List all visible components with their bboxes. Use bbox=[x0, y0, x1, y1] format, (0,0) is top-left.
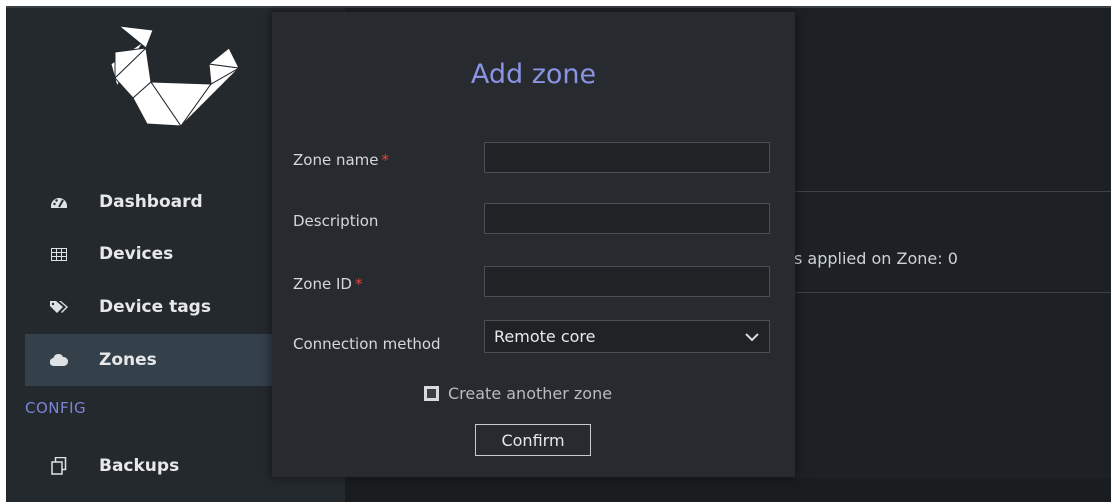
create-another-zone-option[interactable]: Create another zone bbox=[424, 384, 612, 403]
description-input[interactable] bbox=[484, 203, 770, 234]
zone-id-input[interactable] bbox=[484, 266, 770, 297]
sidebar-item-label: Backups bbox=[99, 456, 180, 476]
zone-name-label: Zone name * bbox=[293, 151, 389, 169]
backups-icon bbox=[49, 456, 69, 476]
sidebar-item-label: Dashboard bbox=[99, 192, 203, 212]
cloud-icon bbox=[49, 350, 69, 370]
sidebar-item-label: Zones bbox=[99, 350, 157, 370]
modal-title: Add zone bbox=[470, 59, 597, 90]
connection-method-value: Remote core bbox=[494, 327, 596, 346]
required-marker: * bbox=[354, 275, 363, 293]
dashboard-icon bbox=[49, 192, 69, 212]
description-label: Description bbox=[293, 212, 379, 230]
content-footer bbox=[345, 478, 1111, 502]
create-another-zone-label: Create another zone bbox=[448, 384, 613, 403]
tags-icon bbox=[49, 297, 69, 317]
zone-id-label: Zone ID * bbox=[293, 275, 362, 293]
required-marker: * bbox=[381, 151, 390, 169]
connection-method-label: Connection method bbox=[293, 335, 441, 353]
app-window: Dashboard Devices Device tags Zones CONF… bbox=[6, 6, 1111, 502]
zone-name-label-text: Zone name bbox=[293, 151, 379, 169]
sidebar-item-label: Device tags bbox=[99, 297, 211, 317]
section-label-config: CONFIG bbox=[25, 399, 87, 417]
sidebar-item-label: Devices bbox=[99, 244, 174, 264]
connection-method-select[interactable]: Remote core bbox=[484, 320, 770, 353]
add-zone-modal: Add zone Zone name * Description Zone ID *… bbox=[272, 12, 795, 477]
confirm-button[interactable]: Confirm bbox=[475, 424, 591, 456]
create-another-zone-checkbox[interactable] bbox=[424, 386, 439, 401]
zone-name-input[interactable] bbox=[484, 142, 770, 173]
brand-logo bbox=[111, 26, 241, 126]
table-icon bbox=[49, 244, 69, 264]
zone-id-label-text: Zone ID bbox=[293, 275, 352, 293]
zone-tags-text: ags applied on Zone: 0 bbox=[774, 249, 958, 268]
chevron-down-icon bbox=[745, 327, 759, 346]
